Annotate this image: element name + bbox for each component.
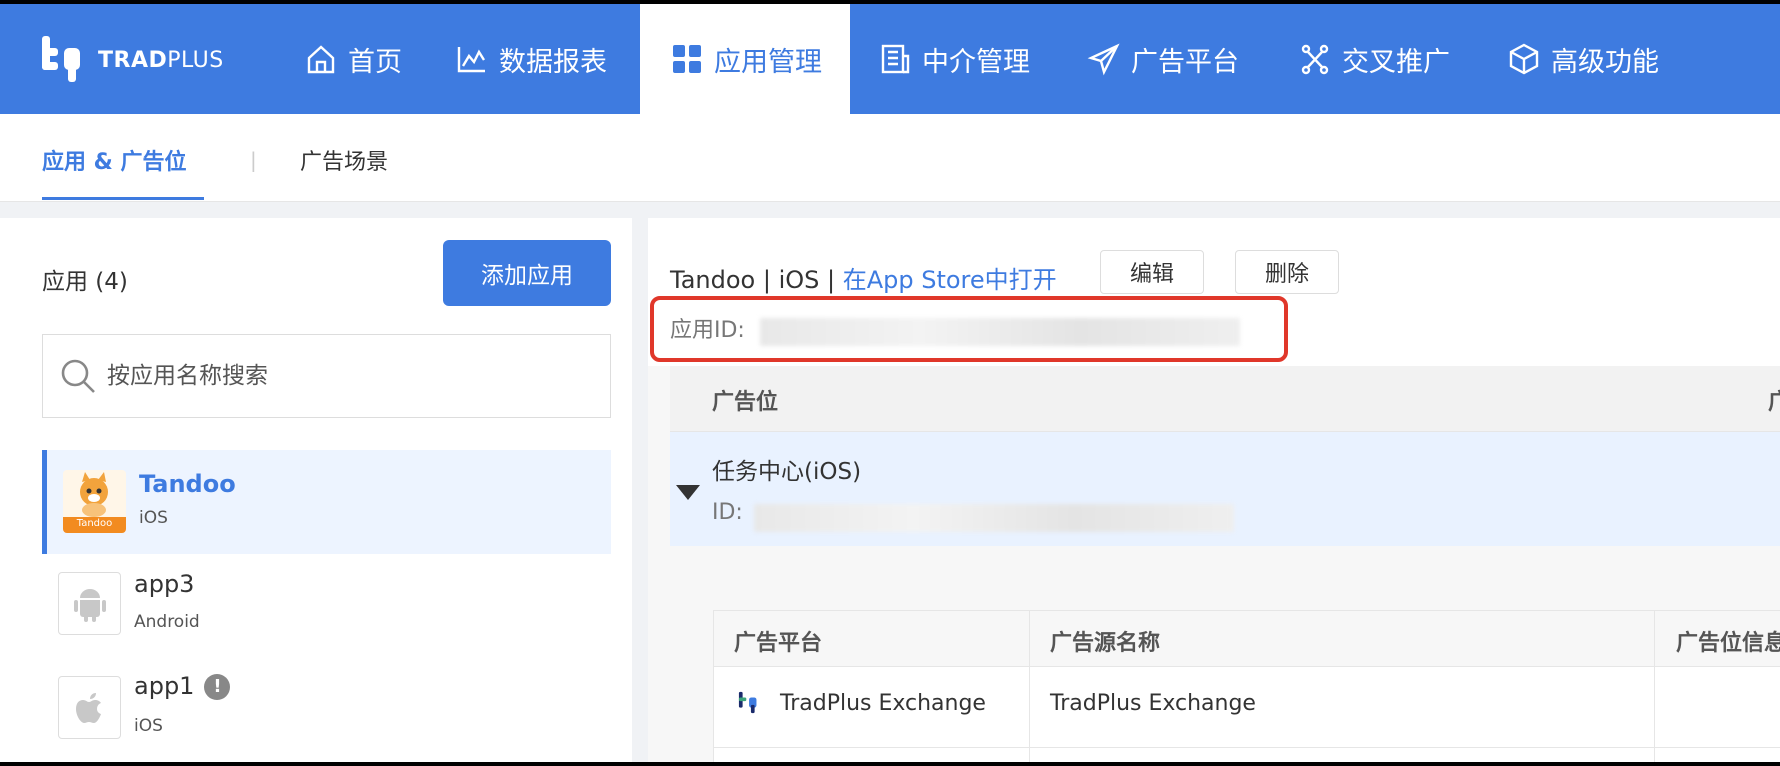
nav-cross-promotion-label: 交叉推广	[1342, 46, 1450, 78]
app-window: TRADPLUS 首页 数据报表 应用管理 中介管理 广告平台 交叉推广 高级功…	[0, 4, 1780, 762]
ad-source-table: 广告平台 广告源名称 广告位信息 TradPlus Exchange TradP…	[713, 610, 1780, 762]
adslot-column-header: 广告位	[712, 390, 779, 415]
search-icon	[61, 359, 95, 393]
nav-reports[interactable]: 数据报表	[455, 4, 607, 114]
tradplus-logo-icon	[738, 691, 757, 714]
column-divider	[1654, 611, 1655, 762]
logo[interactable]: TRADPLUS	[40, 34, 224, 86]
adslot-name: 任务中心(iOS)	[712, 459, 862, 485]
detail-platform: iOS	[778, 266, 820, 294]
app-item-app3[interactable]: app3 Android	[42, 554, 611, 658]
apps-icon	[673, 45, 701, 73]
nav-ad-platform[interactable]: 广告平台	[1087, 4, 1239, 114]
app-search-input[interactable]	[107, 363, 557, 389]
app-id-highlight-box	[650, 296, 1288, 362]
app-item-app1[interactable]: app1! iOS	[42, 658, 611, 762]
app-count: 应用 (4)	[42, 269, 128, 295]
app-name: Tandoo	[139, 470, 236, 498]
app-detail-panel: Tandoo | iOS | 在App Store中打开 编辑 删除 应用ID:…	[648, 218, 1780, 762]
header-separator: |	[755, 266, 779, 294]
nav-advanced-label: 高级功能	[1551, 46, 1659, 78]
cube-icon	[1509, 43, 1539, 75]
column-divider	[1029, 611, 1030, 762]
brand-name-bold: TRAD	[98, 47, 168, 73]
app-platform: iOS	[134, 716, 163, 736]
nav-app-management[interactable]: 应用管理	[640, 4, 850, 114]
tandoo-icon-label: Tandoo	[76, 518, 113, 529]
tandoo-icon: Tandoo	[63, 470, 126, 533]
adslot-table-header: 广告位 广	[670, 366, 1780, 432]
nav-home[interactable]: 首页	[298, 4, 408, 114]
share-icon	[1301, 44, 1329, 75]
delete-button[interactable]: 删除	[1235, 250, 1339, 294]
nav-advanced[interactable]: 高级功能	[1507, 4, 1659, 114]
row-divider	[714, 747, 1780, 748]
nav-ad-platform-label: 广告平台	[1131, 46, 1239, 78]
tab-ad-scenes[interactable]: 广告场景	[300, 144, 388, 176]
expand-caret-icon[interactable]	[676, 485, 700, 500]
apple-icon	[58, 676, 121, 739]
adslot-row[interactable]: 任务中心(iOS) ID: 激	[670, 432, 1780, 546]
building-icon	[881, 44, 910, 74]
nav-reports-label: 数据报表	[499, 46, 607, 78]
tab-apps-adslots[interactable]: 应用 & 广告位	[42, 144, 187, 176]
cut-column-header: 广	[1768, 390, 1780, 415]
add-app-button[interactable]: 添加应用	[443, 240, 611, 306]
redacted-adslot-id	[754, 504, 1234, 532]
adslot-id-label: ID:	[712, 500, 743, 525]
row-ad-platform: TradPlus Exchange	[780, 691, 986, 716]
nav-cross-promotion[interactable]: 交叉推广	[1298, 4, 1450, 114]
app-item-tandoo[interactable]: Tandoo Tandoo iOS	[42, 450, 611, 554]
top-nav-bar: TRADPLUS 首页 数据报表 应用管理 中介管理 广告平台 交叉推广 高级功…	[0, 4, 1780, 114]
nav-mediation-label: 中介管理	[922, 46, 1030, 78]
ad-source-table-header	[714, 611, 1780, 667]
app-search-box[interactable]	[42, 334, 611, 418]
send-icon	[1087, 43, 1120, 76]
nav-home-label: 首页	[348, 46, 402, 78]
brand-name-light: PLUS	[167, 47, 224, 73]
app-name: app1	[134, 672, 195, 700]
nav-app-management-label: 应用管理	[714, 46, 822, 78]
app-store-link[interactable]: 在App Store中打开	[843, 266, 1057, 294]
col-ad-platform: 广告平台	[734, 631, 823, 656]
tradplus-logo-icon	[42, 36, 80, 82]
app-platform: Android	[134, 612, 200, 632]
nav-mediation[interactable]: 中介管理	[878, 4, 1030, 114]
chart-icon	[457, 47, 486, 73]
edit-button[interactable]: 编辑	[1100, 250, 1204, 294]
sub-nav: 应用 & 广告位 | 广告场景	[0, 114, 1780, 202]
app-platform: iOS	[139, 508, 168, 528]
home-icon	[307, 45, 335, 74]
app-name: app3	[134, 570, 195, 598]
app-header: Tandoo | iOS | 在App Store中打开	[670, 260, 1057, 295]
warning-icon[interactable]: !	[204, 674, 231, 700]
row-ad-source-name: TradPlus Exchange	[1050, 691, 1256, 716]
col-ad-source-name: 广告源名称	[1050, 631, 1161, 656]
android-icon	[58, 572, 121, 635]
header-separator: |	[819, 266, 843, 294]
tab-separator: |	[250, 148, 257, 172]
app-list-panel: 应用 (4) 添加应用 Tandoo Tandoo	[0, 218, 632, 762]
col-adslot-info: 广告位信息	[1676, 631, 1780, 656]
detail-app-name: Tandoo	[670, 266, 756, 294]
active-tab-indicator	[42, 197, 204, 200]
